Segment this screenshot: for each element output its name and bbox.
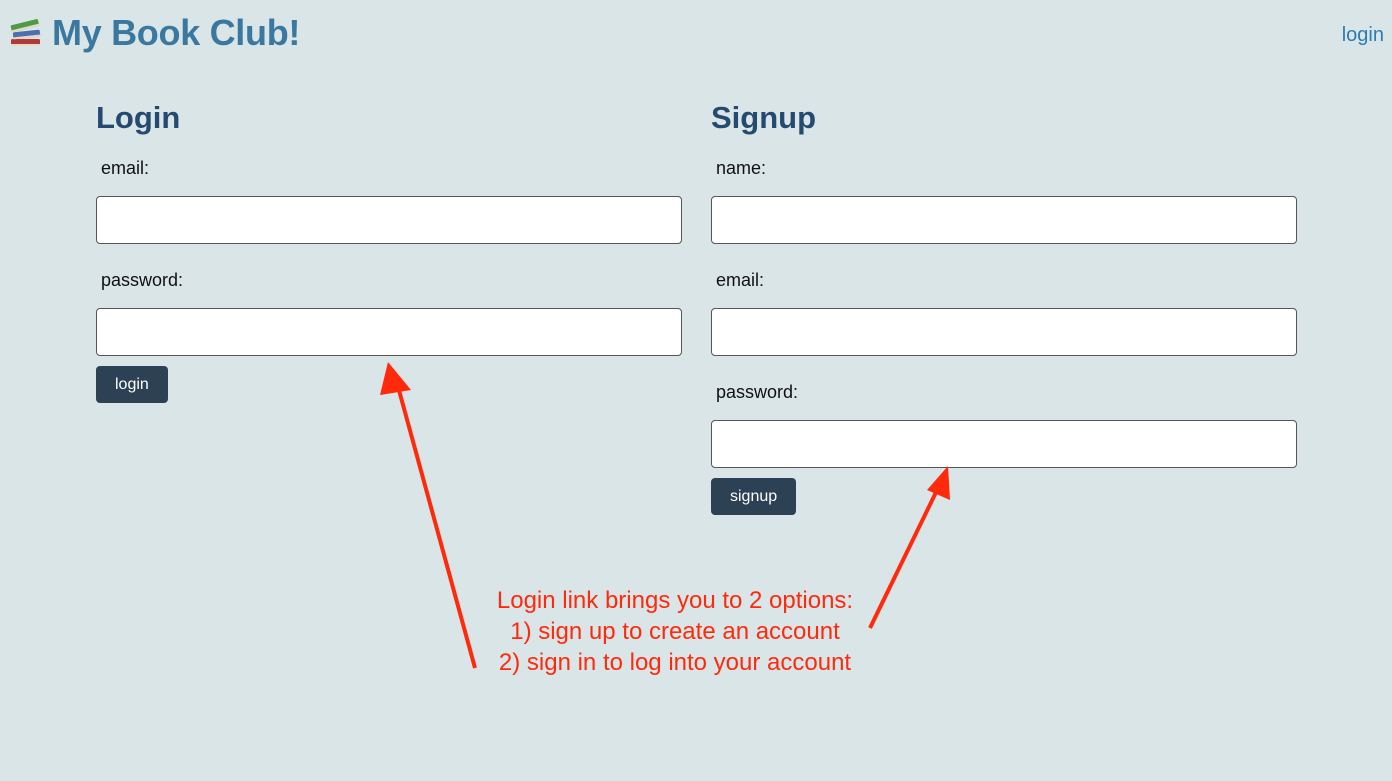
signup-password-input[interactable] (711, 420, 1297, 468)
signup-email-label: email: (716, 270, 765, 290)
site-title[interactable]: My Book Club! (52, 10, 300, 56)
login-password-label: password: (101, 270, 184, 290)
books-icon (8, 15, 44, 51)
login-button[interactable]: login (96, 366, 168, 403)
annotation-text: Login link brings you to 2 options: 1) s… (460, 585, 890, 678)
login-form: Login email: password: login (96, 96, 682, 403)
signup-password-label: password: (716, 382, 799, 402)
signup-form: Signup name: email: password: signup (711, 96, 1297, 515)
brand[interactable]: My Book Club! (8, 10, 300, 56)
signup-button[interactable]: signup (711, 478, 797, 515)
site-header: My Book Club! login (0, 0, 1392, 66)
signup-name-label: name: (716, 158, 767, 178)
signup-title: Signup (711, 100, 817, 135)
annotation-line: 2) sign in to log into your account (498, 649, 852, 676)
signup-email-input[interactable] (711, 308, 1297, 356)
login-title: Login (96, 100, 181, 135)
login-password-input[interactable] (96, 308, 682, 356)
annotation-line: Login link brings you to 2 options: (496, 587, 854, 614)
login-email-label: email: (101, 158, 150, 178)
signup-name-input[interactable] (711, 196, 1297, 244)
nav-login-link[interactable]: login (1342, 22, 1384, 48)
login-email-input[interactable] (96, 196, 682, 244)
annotation-line: 1) sign up to create an account (510, 618, 840, 645)
